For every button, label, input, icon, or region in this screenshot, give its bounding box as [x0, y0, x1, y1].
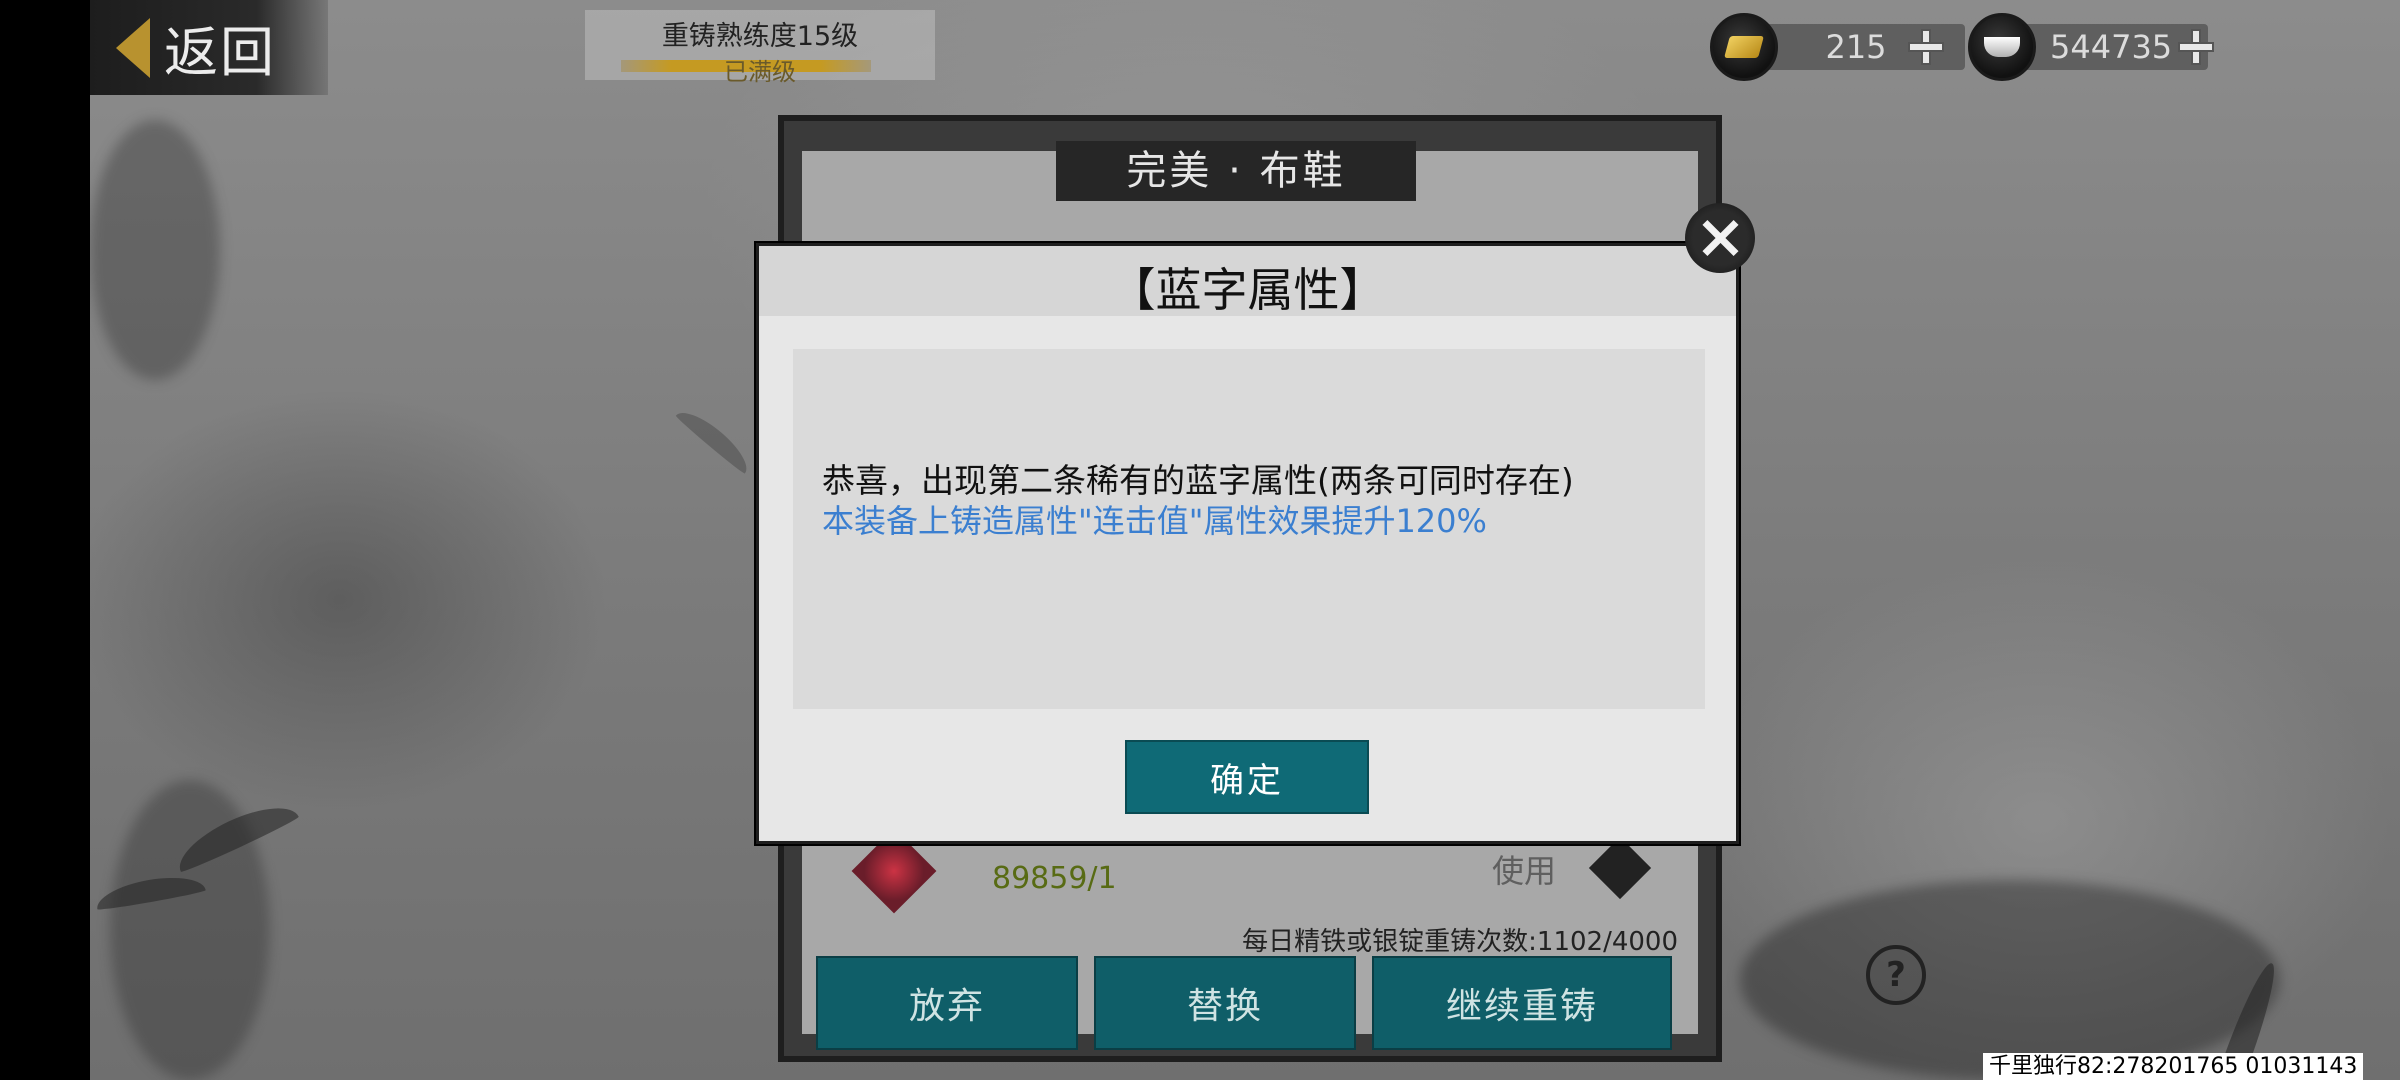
watermark: 千里独行82:278201765 01031143 [1983, 1053, 2364, 1080]
gold-value: 215 [1825, 28, 1887, 66]
continue-reforge-button[interactable]: 继续重铸 [1372, 956, 1672, 1050]
abandon-button[interactable]: 放弃 [816, 956, 1078, 1050]
daily-reforge-count: 每日精铁或银锭重铸次数:1102/4000 [1242, 927, 1678, 957]
dialog-body: 恭喜，出现第二条稀有的蓝字属性(两条可同时存在) 本装备上铸造属性"连击值"属性… [793, 349, 1705, 709]
gold-ingot-icon [1710, 13, 1778, 81]
back-label: 返回 [164, 21, 276, 84]
silver-currency: 544735 [1968, 12, 2216, 82]
add-gold-button[interactable] [1906, 27, 1946, 67]
close-icon [1698, 216, 1742, 260]
equipment-title: 完美 · 布鞋 [1056, 141, 1416, 201]
close-dialog-button[interactable] [1685, 203, 1755, 273]
blue-attribute-dialog: 【蓝字属性】 恭喜，出现第二条稀有的蓝字属性(两条可同时存在) 本装备上铸造属性… [756, 243, 1739, 844]
back-button[interactable]: 返回 [90, 0, 328, 95]
left-black-bar [0, 0, 90, 1080]
dialog-title: 【蓝字属性】 [1109, 263, 1386, 317]
diamond-icon [1588, 836, 1652, 900]
use-label: 使用 [1492, 852, 1557, 890]
equipment-value: 89859/1 [992, 861, 1117, 896]
help-button[interactable]: ? [1866, 945, 1926, 1005]
message-line-1: 恭喜，出现第二条稀有的蓝字属性(两条可同时存在) [822, 461, 1574, 500]
proficiency-status: 已满级 [724, 58, 796, 86]
replace-button[interactable]: 替换 [1094, 956, 1356, 1050]
message-line-2: 本装备上铸造属性"连击值"属性效果提升120% [822, 502, 1487, 540]
reforge-proficiency: 重铸熟练度15级 已满级 [585, 10, 935, 86]
gold-currency: 215 [1710, 12, 1965, 82]
silver-value: 544735 [2050, 28, 2173, 66]
proficiency-title: 重铸熟练度15级 [661, 21, 859, 52]
add-silver-button[interactable] [2176, 27, 2216, 67]
confirm-button[interactable]: 确定 [1125, 740, 1369, 814]
silver-ingot-icon [1968, 13, 2036, 81]
back-arrow-icon [116, 17, 150, 78]
